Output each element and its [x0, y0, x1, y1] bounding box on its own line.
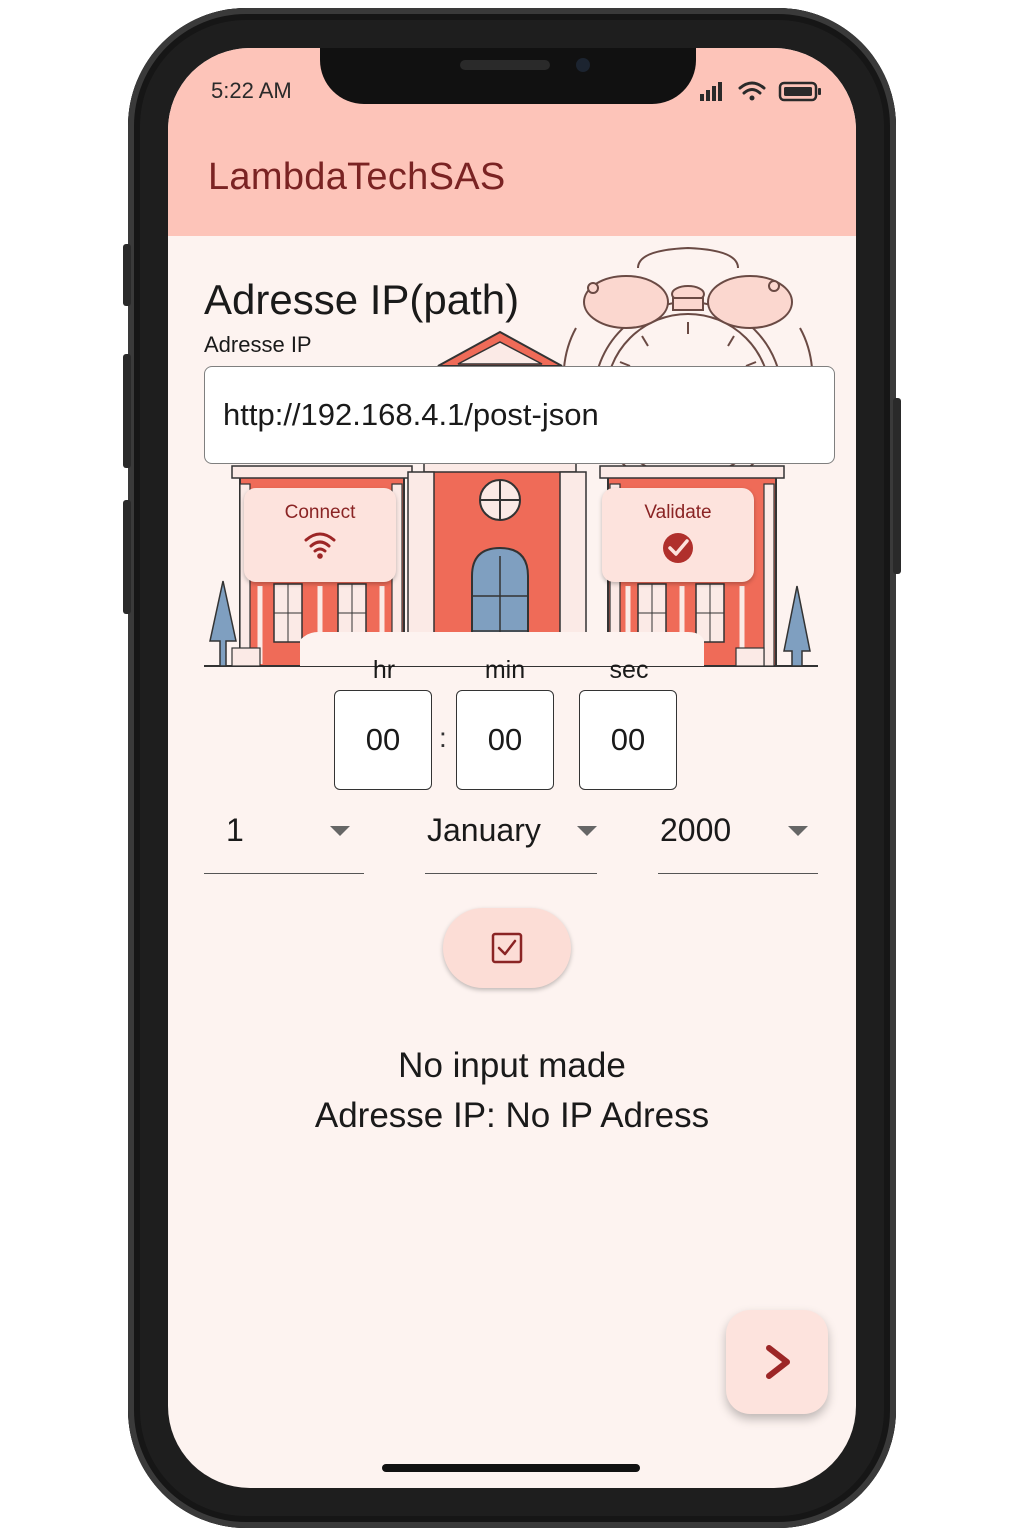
confirm-date-button[interactable] [443, 908, 571, 988]
ip-address-input[interactable]: http://192.168.4.1/post-json [204, 366, 835, 464]
checkbox-icon [491, 932, 523, 964]
check-badge-icon [663, 533, 693, 563]
day-dropdown[interactable]: 1 [204, 808, 364, 874]
min-label: min [484, 656, 526, 684]
result-ip: Adresse IP: No IP Adress [314, 1096, 710, 1135]
sec-label: sec [609, 656, 649, 684]
wifi-status-icon [738, 81, 766, 101]
hr-label: hr [372, 656, 396, 684]
result-status: No input made [398, 1046, 626, 1085]
volume-up-button [123, 354, 131, 468]
hour-input[interactable]: 00 [334, 690, 432, 790]
power-button [893, 398, 901, 574]
chevron-down-icon [330, 826, 350, 836]
connect-label: Connect [284, 502, 356, 523]
validate-button[interactable]: Validate [602, 488, 754, 582]
ip-field-label: Adresse IP [204, 332, 312, 357]
month-dropdown[interactable]: January [425, 808, 597, 874]
status-icons [700, 81, 821, 102]
speaker [460, 60, 550, 70]
second-input[interactable]: 00 [579, 690, 677, 790]
notch [320, 48, 696, 104]
next-button[interactable] [726, 1310, 828, 1414]
month-value: January [427, 812, 541, 848]
chevron-down-icon [577, 826, 597, 836]
day-value: 1 [226, 812, 244, 848]
mute-switch [123, 244, 131, 306]
home-indicator [382, 1464, 640, 1472]
year-value: 2000 [660, 812, 732, 848]
validate-label: Validate [644, 502, 712, 523]
chevron-down-icon [788, 826, 808, 836]
time-separator: : [439, 722, 447, 753]
status-time: 5:22 AM [211, 78, 292, 103]
battery-icon [778, 81, 821, 102]
minute-input[interactable]: 00 [456, 690, 554, 790]
app-title: LambdaTechSAS [208, 156, 506, 198]
wifi-icon [304, 532, 336, 559]
year-dropdown[interactable]: 2000 [658, 808, 818, 874]
front-camera [576, 58, 590, 72]
volume-down-button [123, 500, 131, 614]
chevron-right-icon [766, 1345, 790, 1379]
app-screen: 5:22 AM LambdaTechSAS Adresse IP(path) A… [168, 48, 856, 1488]
signal-icon [700, 82, 722, 101]
ip-section-title: Adresse IP(path) [204, 276, 520, 323]
connect-button[interactable]: Connect [244, 488, 396, 582]
